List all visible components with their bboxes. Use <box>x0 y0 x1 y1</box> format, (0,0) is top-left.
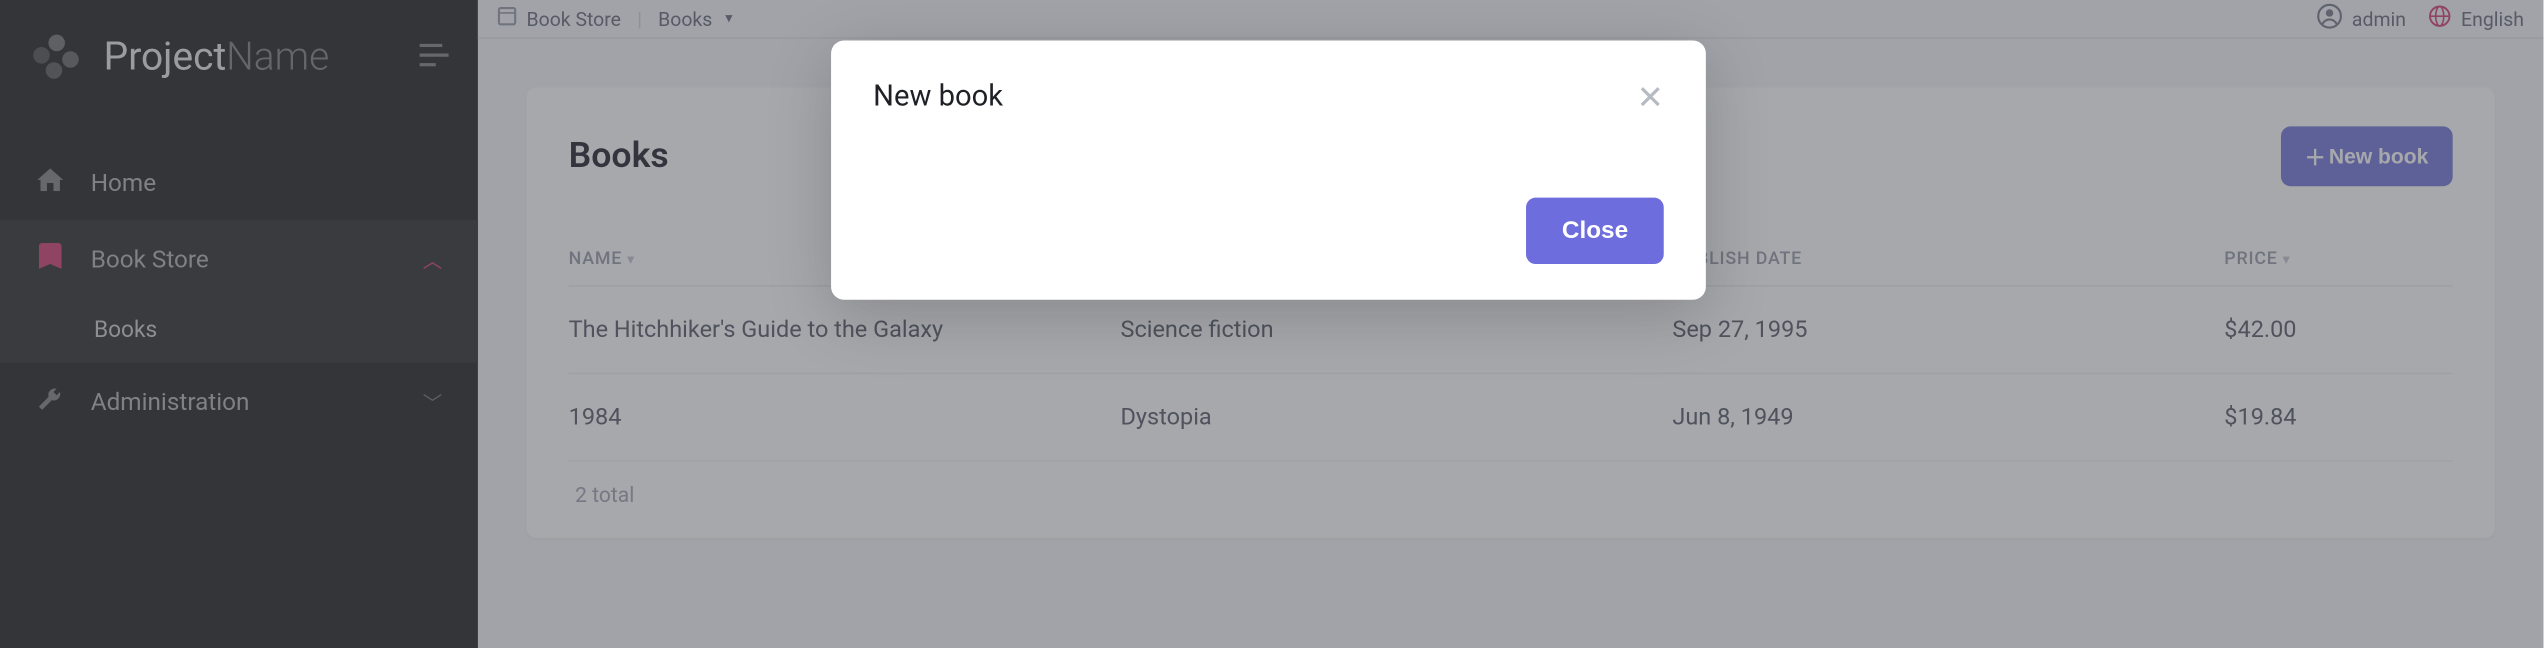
close-icon[interactable]: ✕ <box>1637 80 1664 112</box>
modal-title: New book <box>873 79 1003 113</box>
new-book-modal: New book ✕ Close <box>831 41 1706 300</box>
close-button[interactable]: Close <box>1526 198 1663 264</box>
